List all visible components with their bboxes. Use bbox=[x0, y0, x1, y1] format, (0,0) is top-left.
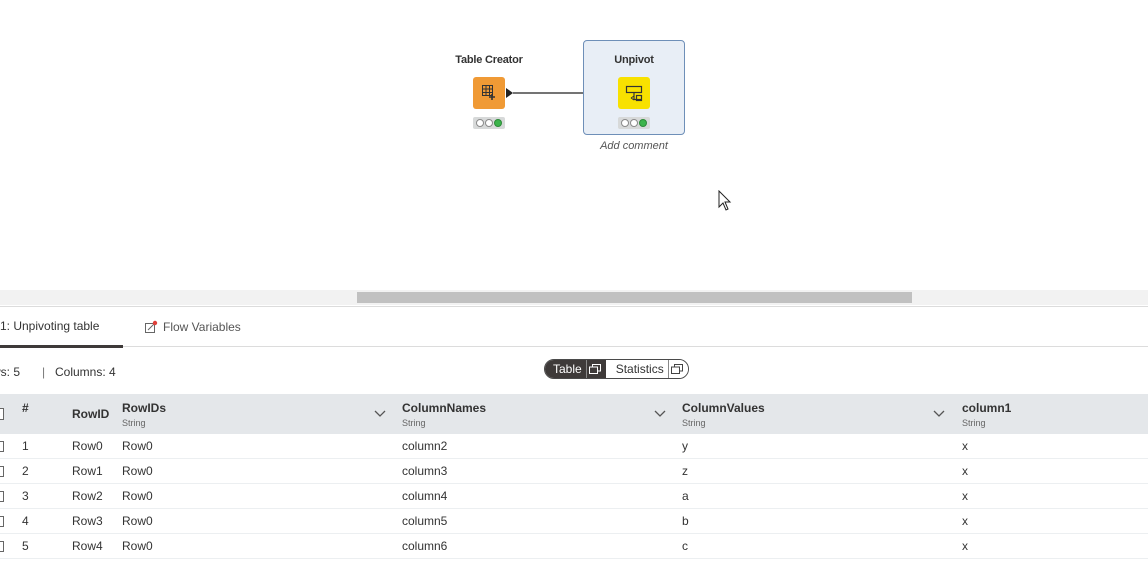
row-id: Row1 bbox=[72, 464, 103, 478]
row-id: Row0 bbox=[72, 439, 103, 453]
column-type: String bbox=[402, 418, 426, 428]
columnvalues-cell: c bbox=[682, 539, 688, 553]
column1-cell: x bbox=[962, 439, 968, 453]
column-name: # bbox=[22, 401, 29, 415]
column-type: String bbox=[682, 418, 706, 428]
row-checkbox[interactable] bbox=[0, 516, 4, 527]
status-dot-idle bbox=[630, 119, 638, 127]
column-header-rowids[interactable]: RowIDs String bbox=[122, 394, 392, 434]
table-row[interactable]: 3 Row2 Row0 column4 a x bbox=[0, 484, 1148, 509]
rowids-cell: Row0 bbox=[122, 439, 153, 453]
flow-variable-icon bbox=[145, 320, 158, 333]
output-port[interactable] bbox=[506, 88, 513, 98]
table-row[interactable]: 1 Row0 Row0 column2 y x bbox=[0, 434, 1148, 459]
rowids-cell: Row0 bbox=[122, 489, 153, 503]
column-name: RowID bbox=[72, 407, 110, 421]
status-dot-executed bbox=[494, 119, 502, 127]
open-in-window-icon[interactable] bbox=[667, 360, 686, 378]
table-view-label: Table bbox=[553, 362, 582, 376]
select-all-checkbox[interactable] bbox=[0, 408, 4, 420]
column1-cell: x bbox=[962, 539, 968, 553]
column-type: String bbox=[122, 418, 146, 428]
output-tabs: 1: Unpivoting table Flow Variables bbox=[0, 307, 1148, 348]
add-comment-link[interactable]: Add comment bbox=[600, 140, 668, 152]
columnnames-cell: column4 bbox=[402, 489, 448, 503]
row-checkbox[interactable] bbox=[0, 441, 4, 452]
row-index: 4 bbox=[22, 514, 29, 528]
column1-cell: x bbox=[962, 489, 968, 503]
row-id: Row2 bbox=[72, 489, 103, 503]
view-toggle: Table Statistics bbox=[544, 359, 689, 379]
status-dot-executed bbox=[639, 119, 647, 127]
columnnames-cell: column2 bbox=[402, 439, 448, 453]
open-in-window-icon[interactable] bbox=[585, 360, 604, 378]
tab-unpivoting-table[interactable]: 1: Unpivoting table bbox=[0, 307, 123, 348]
tab-label: Flow Variables bbox=[163, 320, 241, 334]
table-row[interactable]: 2 Row1 Row0 column3 z x bbox=[0, 459, 1148, 484]
row-id: Row4 bbox=[72, 539, 103, 553]
table-header: # RowID RowIDs String ColumnNames String… bbox=[0, 394, 1148, 434]
mouse-cursor-icon bbox=[718, 190, 732, 211]
row-index: 3 bbox=[22, 489, 29, 503]
unpivot-status bbox=[618, 117, 650, 129]
node-title-table-creator[interactable]: Table Creator bbox=[455, 54, 523, 66]
status-dot-idle bbox=[476, 119, 484, 127]
columnnames-cell: column3 bbox=[402, 464, 448, 478]
chevron-down-icon[interactable] bbox=[933, 407, 945, 419]
data-table: # RowID RowIDs String ColumnNames String… bbox=[0, 394, 1148, 559]
node-output-panel: 1: Unpivoting table Flow Variables ws: 5… bbox=[0, 306, 1148, 576]
unpivot-node[interactable] bbox=[618, 77, 650, 109]
statistics-view-label: Statistics bbox=[615, 362, 664, 376]
workflow-canvas[interactable]: Table Creator Unpivot Add comment bbox=[0, 0, 1148, 290]
status-dot-idle bbox=[621, 119, 629, 127]
column-name: ColumnNames bbox=[402, 401, 487, 415]
columnvalues-cell: a bbox=[682, 489, 689, 503]
rowids-cell: Row0 bbox=[122, 464, 153, 478]
row-checkbox[interactable] bbox=[0, 491, 4, 502]
scrollbar-thumb[interactable] bbox=[357, 292, 912, 303]
table-body: 1 Row0 Row0 column2 y x 2 Row1 Row0 column3 z x 3 Row… bbox=[0, 434, 1148, 559]
row-index: 5 bbox=[22, 539, 29, 553]
node-title-unpivot[interactable]: Unpivot bbox=[614, 54, 654, 66]
column-name: ColumnValues bbox=[682, 401, 765, 415]
table-creator-status bbox=[473, 117, 505, 129]
tab-flow-variables[interactable]: Flow Variables bbox=[144, 307, 241, 347]
table-creator-node[interactable] bbox=[473, 77, 505, 109]
table-row[interactable]: 5 Row4 Row0 column6 c x bbox=[0, 534, 1148, 559]
columnvalues-cell: z bbox=[682, 464, 688, 478]
row-checkbox[interactable] bbox=[0, 541, 4, 552]
column-name: RowIDs bbox=[122, 401, 167, 415]
table-creator-icon bbox=[482, 85, 495, 100]
column-header-columnvalues[interactable]: ColumnValues String bbox=[682, 394, 952, 434]
row-index: 2 bbox=[22, 464, 29, 478]
table-row[interactable]: 4 Row3 Row0 column5 b x bbox=[0, 509, 1148, 534]
chevron-down-icon[interactable] bbox=[654, 407, 666, 419]
status-dot-idle bbox=[485, 119, 493, 127]
column-header-column1[interactable]: column1 String bbox=[962, 394, 1148, 434]
columnnames-cell: column6 bbox=[402, 539, 448, 553]
canvas-horizontal-scrollbar[interactable] bbox=[0, 290, 1148, 305]
row-checkbox[interactable] bbox=[0, 466, 4, 477]
chevron-down-icon[interactable] bbox=[374, 407, 386, 419]
row-id: Row3 bbox=[72, 514, 103, 528]
rowids-cell: Row0 bbox=[122, 514, 153, 528]
unpivot-icon bbox=[625, 85, 643, 102]
table-view-button[interactable]: Table bbox=[545, 360, 606, 378]
columnnames-cell: column5 bbox=[402, 514, 448, 528]
column1-cell: x bbox=[962, 514, 968, 528]
info-separator: | bbox=[42, 365, 46, 379]
statistics-view-button[interactable]: Statistics bbox=[605, 360, 688, 378]
tab-label: 1: Unpivoting table bbox=[0, 319, 100, 333]
row-index: 1 bbox=[22, 439, 29, 453]
columnvalues-cell: b bbox=[682, 514, 689, 528]
column-header-columnnames[interactable]: ColumnNames String bbox=[402, 394, 672, 434]
columnvalues-cell: y bbox=[682, 439, 688, 453]
column1-cell: x bbox=[962, 464, 968, 478]
columns-count: Columns: 4 bbox=[55, 365, 116, 379]
column-type: String bbox=[962, 418, 986, 428]
rows-count: ws: 5 bbox=[0, 365, 21, 379]
knime-workbench: Table Creator Unpivot Add comment 1: Unp… bbox=[0, 0, 1148, 576]
rowids-cell: Row0 bbox=[122, 539, 153, 553]
column-name: column1 bbox=[962, 401, 1012, 415]
